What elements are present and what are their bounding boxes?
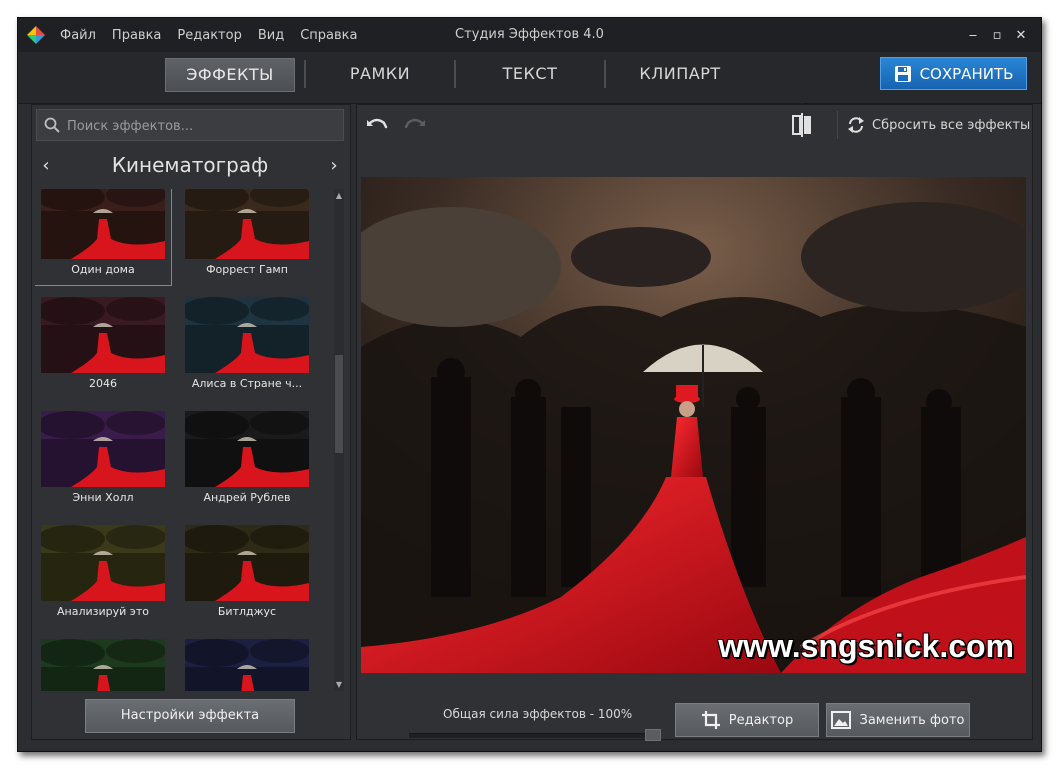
title-bar: Файл Правка Редактор Вид Справка Студия …: [18, 18, 1041, 52]
preview-panel: Сбросить все эффекты www.sngsnick.com Об…: [356, 104, 1033, 741]
tab-frames[interactable]: РАМКИ: [318, 58, 442, 90]
effect-thumbnail[interactable]: [185, 639, 309, 691]
effect-label: Форрест Гамп: [206, 263, 288, 276]
menu-file[interactable]: Файл: [60, 28, 96, 43]
scrollbar-thumb[interactable]: [335, 355, 343, 453]
effect-thumbnail[interactable]: Андрей Рублев: [185, 411, 309, 507]
search-box: [36, 109, 344, 142]
category-title: Кинематограф: [111, 153, 269, 177]
effect-preview-image: [41, 411, 165, 487]
search-icon: [44, 117, 60, 133]
effect-strength-slider[interactable]: [409, 729, 661, 741]
effect-thumbnail[interactable]: Форрест Гамп: [185, 189, 309, 279]
menu-help[interactable]: Справка: [300, 28, 357, 43]
effects-panel: ‹ Кинематограф › Один дома Форрест Гамп 20…: [31, 104, 351, 740]
effects-grid: Один дома Форрест Гамп 2046 Алиса в Стране …: [35, 189, 331, 691]
search-input[interactable]: [65, 110, 339, 142]
effect-thumbnail[interactable]: 2046: [41, 297, 165, 393]
maximize-button[interactable]: ▫: [985, 28, 1009, 43]
effect-settings-button[interactable]: Настройки эффекта: [85, 699, 295, 733]
category-navigator: ‹ Кинематограф ›: [32, 147, 348, 187]
tab-text[interactable]: ТЕКСТ: [468, 58, 592, 90]
watermark-text: www.sngsnick.com: [718, 628, 1014, 664]
replace-photo-label: Заменить фото: [859, 712, 965, 728]
slider-handle[interactable]: [645, 729, 661, 741]
compare-icon[interactable]: [790, 112, 814, 138]
effect-preview-image: [185, 639, 309, 691]
effects-scrollbar[interactable]: ▲ ▼: [334, 189, 344, 691]
replace-photo-button[interactable]: Заменить фото: [826, 703, 970, 737]
effect-preview-image: [41, 297, 165, 373]
photo-image: [361, 177, 1026, 673]
minimize-button[interactable]: ‒: [961, 28, 985, 43]
reset-label: Сбросить все эффекты: [872, 117, 1031, 133]
tab-divider: [454, 60, 456, 88]
app-logo-icon: [27, 26, 45, 44]
effect-label: Битлджус: [217, 605, 277, 618]
scroll-down-arrow-icon[interactable]: ▼: [334, 680, 344, 689]
effect-preview-image: [41, 189, 165, 259]
effect-label: Андрей Рублев: [203, 491, 291, 504]
floppy-icon: [894, 65, 911, 82]
redo-icon[interactable]: [403, 113, 427, 137]
effect-preview-image: [185, 525, 309, 601]
effect-label: Алиса в Стране ч...: [191, 377, 303, 390]
save-button[interactable]: СОХРАНИТЬ: [880, 57, 1027, 90]
effect-thumbnail[interactable]: Алиса в Стране ч...: [185, 297, 309, 393]
effect-thumbnail[interactable]: Энни Холл: [41, 411, 165, 507]
scroll-up-arrow-icon[interactable]: ▲: [334, 191, 344, 200]
save-label: СОХРАНИТЬ: [919, 64, 1014, 83]
effect-preview-image: [41, 639, 165, 691]
mode-tabs: ЭФФЕКТЫ РАМКИ ТЕКСТ КЛИПАРТ СОХРАНИТЬ: [18, 52, 1041, 123]
effect-label: 2046: [89, 377, 117, 390]
effect-thumbnail[interactable]: Битлджус: [185, 525, 309, 621]
effect-preview-image: [185, 297, 309, 373]
menu-edit[interactable]: Правка: [112, 28, 161, 43]
app-window: Файл Правка Редактор Вид Справка Студия …: [17, 17, 1042, 752]
effect-label: Один дома: [71, 263, 135, 276]
menu-bar: Файл Правка Редактор Вид Справка: [60, 18, 373, 52]
prev-category-button[interactable]: ‹: [36, 155, 56, 176]
effect-strength-label: Общая сила эффектов - 100%: [443, 707, 633, 721]
effect-preview-image: [185, 411, 309, 487]
reset-effects-button[interactable]: Сбросить все эффекты: [846, 105, 1030, 145]
tab-divider: [604, 60, 606, 88]
window-controls: ‒ ▫ ✕: [961, 18, 1033, 52]
preview-toolbar: Сбросить все эффекты: [357, 105, 1032, 145]
effect-preview-image: [185, 189, 309, 259]
toolbar-divider: [837, 111, 838, 139]
effect-thumbnail[interactable]: Анализируй это: [41, 525, 165, 621]
menu-editor[interactable]: Редактор: [177, 28, 241, 43]
effect-label: Анализируй это: [57, 605, 149, 618]
effect-thumbnail[interactable]: [41, 639, 165, 691]
effect-preview-image: [41, 525, 165, 601]
refresh-icon: [848, 117, 864, 133]
effect-thumbnail[interactable]: Один дома: [35, 189, 172, 286]
effect-label: Энни Холл: [72, 491, 134, 504]
tab-effects[interactable]: ЭФФЕКТЫ: [165, 58, 295, 92]
undo-icon[interactable]: [365, 113, 389, 137]
tab-divider: [304, 60, 306, 88]
photo-preview[interactable]: www.sngsnick.com: [361, 177, 1026, 673]
menu-view[interactable]: Вид: [258, 28, 284, 43]
editor-label: Редактор: [728, 712, 794, 728]
tab-clipart[interactable]: КЛИПАРТ: [618, 58, 742, 90]
editor-button[interactable]: Редактор: [675, 703, 819, 737]
crop-icon: [701, 711, 720, 729]
close-button[interactable]: ✕: [1009, 28, 1033, 43]
next-category-button[interactable]: ›: [324, 155, 344, 176]
image-icon: [831, 711, 852, 729]
